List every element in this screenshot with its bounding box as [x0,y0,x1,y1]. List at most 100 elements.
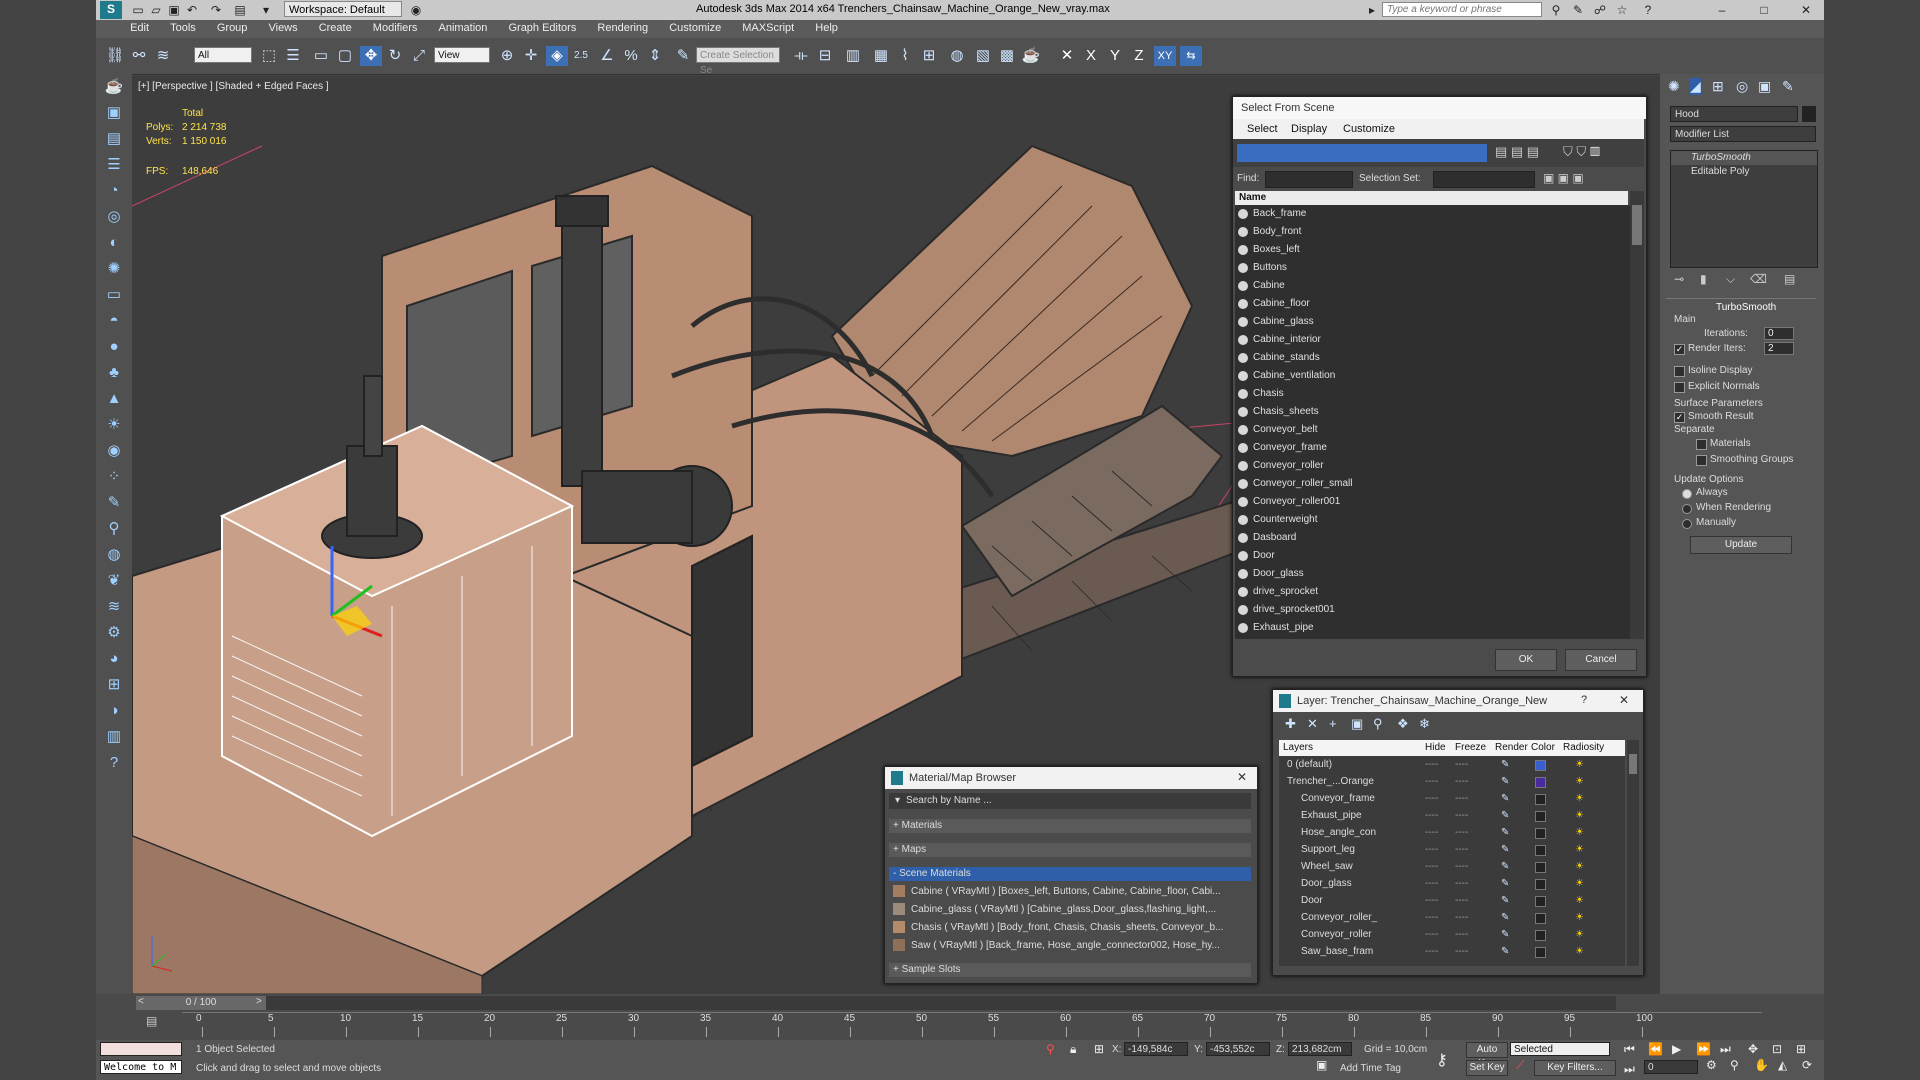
table-row[interactable]: Trencher_...Orange ---- ---- ✎ ☀ [1279,773,1625,790]
list-item[interactable]: drive_sprocket [1235,583,1630,601]
list-item[interactable]: Door [1235,547,1630,565]
binoculars-icon[interactable]: ⚲ [1548,2,1564,18]
render-setup-icon[interactable]: ▧ [972,46,994,66]
list-icon[interactable]: ☰ [96,152,132,178]
radiosity-icon[interactable]: ☀ [1575,926,1584,943]
find-input[interactable] [1265,171,1353,188]
separate-materials-checkbox[interactable] [1696,439,1707,450]
menu-customize[interactable]: Customize [660,20,730,36]
camera-icon[interactable]: ◐ [96,230,132,256]
group-maps[interactable]: + Maps [889,843,1251,857]
axis-xy-button[interactable]: XY [1154,46,1176,66]
sfs-tab-display[interactable]: Display [1291,123,1327,135]
list-item[interactable]: Cabine [1235,277,1630,295]
table-row[interactable]: Exhaust_pipe ---- ---- ✎ ☀ [1279,807,1625,824]
menu-views[interactable]: Views [259,20,306,36]
object-color-swatch[interactable] [1802,106,1816,122]
hide-toggle[interactable]: ---- [1425,943,1438,960]
radiosity-icon[interactable]: ☀ [1575,892,1584,909]
filter-type-icons[interactable] [1237,144,1487,162]
hide-toggle[interactable]: ---- [1425,858,1438,875]
selection-lock-icon[interactable]: 🔒︎ [1070,1042,1076,1057]
list-item[interactable]: Buttons [1235,259,1630,277]
slider-left-arrow-icon[interactable]: < [138,996,144,1007]
group-scene-materials[interactable]: - Scene Materials [889,867,1251,881]
list-item[interactable]: Chasis [1235,385,1630,403]
freeze-toggle[interactable]: ---- [1455,875,1468,892]
keyboard-shortcut-icon[interactable]: ◈ [546,46,568,66]
geosphere-icon[interactable]: ◉ [96,438,132,464]
select-layer-icon[interactable]: ▣ [1351,716,1363,732]
radiosity-icon[interactable]: ☀ [1575,909,1584,926]
list-item[interactable]: Conveyor_belt [1235,421,1630,439]
list-item[interactable]: Conveyor_roller001 [1235,493,1630,511]
minimize-icon[interactable]: – [1714,2,1730,18]
shaded-sphere-icon[interactable]: ◕ [96,646,132,672]
menu-edit[interactable]: Edit [121,20,158,36]
ok-button[interactable]: OK [1495,649,1557,671]
cancel-button[interactable]: Cancel [1565,649,1637,671]
motion-tab-icon[interactable]: ◎ [1736,78,1748,95]
play-icon[interactable]: ▶ [1672,1042,1681,1056]
leaf-icon[interactable]: ❦ [96,568,132,594]
ball-icon[interactable]: ◑ [96,698,132,724]
layer-color-swatch[interactable] [1535,845,1546,856]
selection-set-dropdown[interactable] [1433,171,1535,188]
layer-manager-icon[interactable]: ▥ [842,46,864,66]
modify-tab-icon[interactable]: ◢ [1690,78,1701,95]
stack-item-editable-poly[interactable]: Editable Poly [1671,165,1817,179]
menu-tools[interactable]: Tools [161,20,205,36]
hierarchy-icon[interactable]: ⚲ [96,516,132,542]
hide-toggle[interactable]: ---- [1425,926,1438,943]
table-row[interactable]: 0 (default) ---- ---- ✎ ☀ [1279,756,1625,773]
freeze-toggle[interactable]: ---- [1455,926,1468,943]
hide-toggle[interactable]: ---- [1425,824,1438,841]
layer-color-swatch[interactable] [1535,930,1546,941]
list-item[interactable]: drive_sprocket001 [1235,601,1630,619]
layer-color-swatch[interactable] [1535,777,1546,788]
help-icon[interactable]: ? [1640,2,1656,18]
add-to-layer-icon[interactable]: + [1329,716,1337,731]
angle-snap-icon[interactable]: ∠ [596,46,618,66]
z-coordinate-field[interactable]: 213,682cm [1288,1042,1352,1056]
freeze-all-icon[interactable]: ❄ [1419,716,1430,732]
menu-maxscript[interactable]: MAXScript [733,20,803,36]
scale-icon[interactable]: ⤢ [408,46,430,66]
radiosity-icon[interactable]: ☀ [1575,943,1584,960]
list-view-icon[interactable]: ▤ ▤ ▤ [1495,144,1539,160]
orbit-icon[interactable]: ✥ [1748,1042,1758,1056]
render-teapot-icon[interactable]: ✎ [1501,909,1509,926]
timeline-ruler[interactable]: 0 5 10 15 20 25 30 35 40 45 50 55 60 65 70 75 80 85 90 95 10… [182,1012,1762,1039]
spinner-snap-icon[interactable]: ⇕ [644,46,666,66]
render-iters-spinner[interactable]: 2 [1764,342,1794,355]
auto-key-button[interactable]: Auto Key [1466,1042,1508,1069]
list-item[interactable]: Body_front [1235,223,1630,241]
menu-group[interactable]: Group [208,20,257,36]
material-editor-icon[interactable]: ◍ [946,46,968,66]
hide-toggle[interactable]: ---- [1425,807,1438,824]
table-row[interactable]: Saw_base_fram ---- ---- ✎ ☀ [1279,943,1625,960]
list-item[interactable]: Cabine ( VRayMtl ) [Boxes_left, Buttons,… [893,883,1249,901]
hair-icon[interactable]: ≋ [96,594,132,620]
group-sample-slots[interactable]: + Sample Slots [889,963,1251,977]
save-file-icon[interactable]: ▣ [166,2,182,18]
help-icon[interactable]: ? [1581,694,1587,706]
open-file-icon[interactable]: ▱ [148,2,164,18]
menu-modifiers[interactable]: Modifiers [364,20,427,36]
time-config-icon[interactable]: ⚙ [1706,1058,1717,1072]
layer-color-swatch[interactable] [1535,913,1546,924]
hide-toggle[interactable]: ---- [1425,756,1438,773]
radiosity-icon[interactable]: ☀ [1575,875,1584,892]
axis-constraint-x-icon[interactable]: ✕ [1056,46,1078,66]
hide-toggle[interactable]: ---- [1425,875,1438,892]
ribbon-icon[interactable]: ▦ [870,46,892,66]
hide-toggle[interactable]: ---- [1425,841,1438,858]
torus-icon[interactable]: ◎ [96,204,132,230]
track-bar-icon[interactable]: ▤ [146,1014,157,1028]
radiosity-icon[interactable]: ☀ [1575,773,1584,790]
stack-item-turbosmooth[interactable]: TurboSmooth [1671,151,1817,165]
render-iters-checkbox[interactable]: ✓ [1674,344,1685,355]
chevron-down-icon[interactable]: ▾ [258,2,274,18]
hierarchy-tab-icon[interactable]: ⊞ [1712,78,1724,95]
create-tab-icon[interactable]: ✺ [1668,78,1680,95]
